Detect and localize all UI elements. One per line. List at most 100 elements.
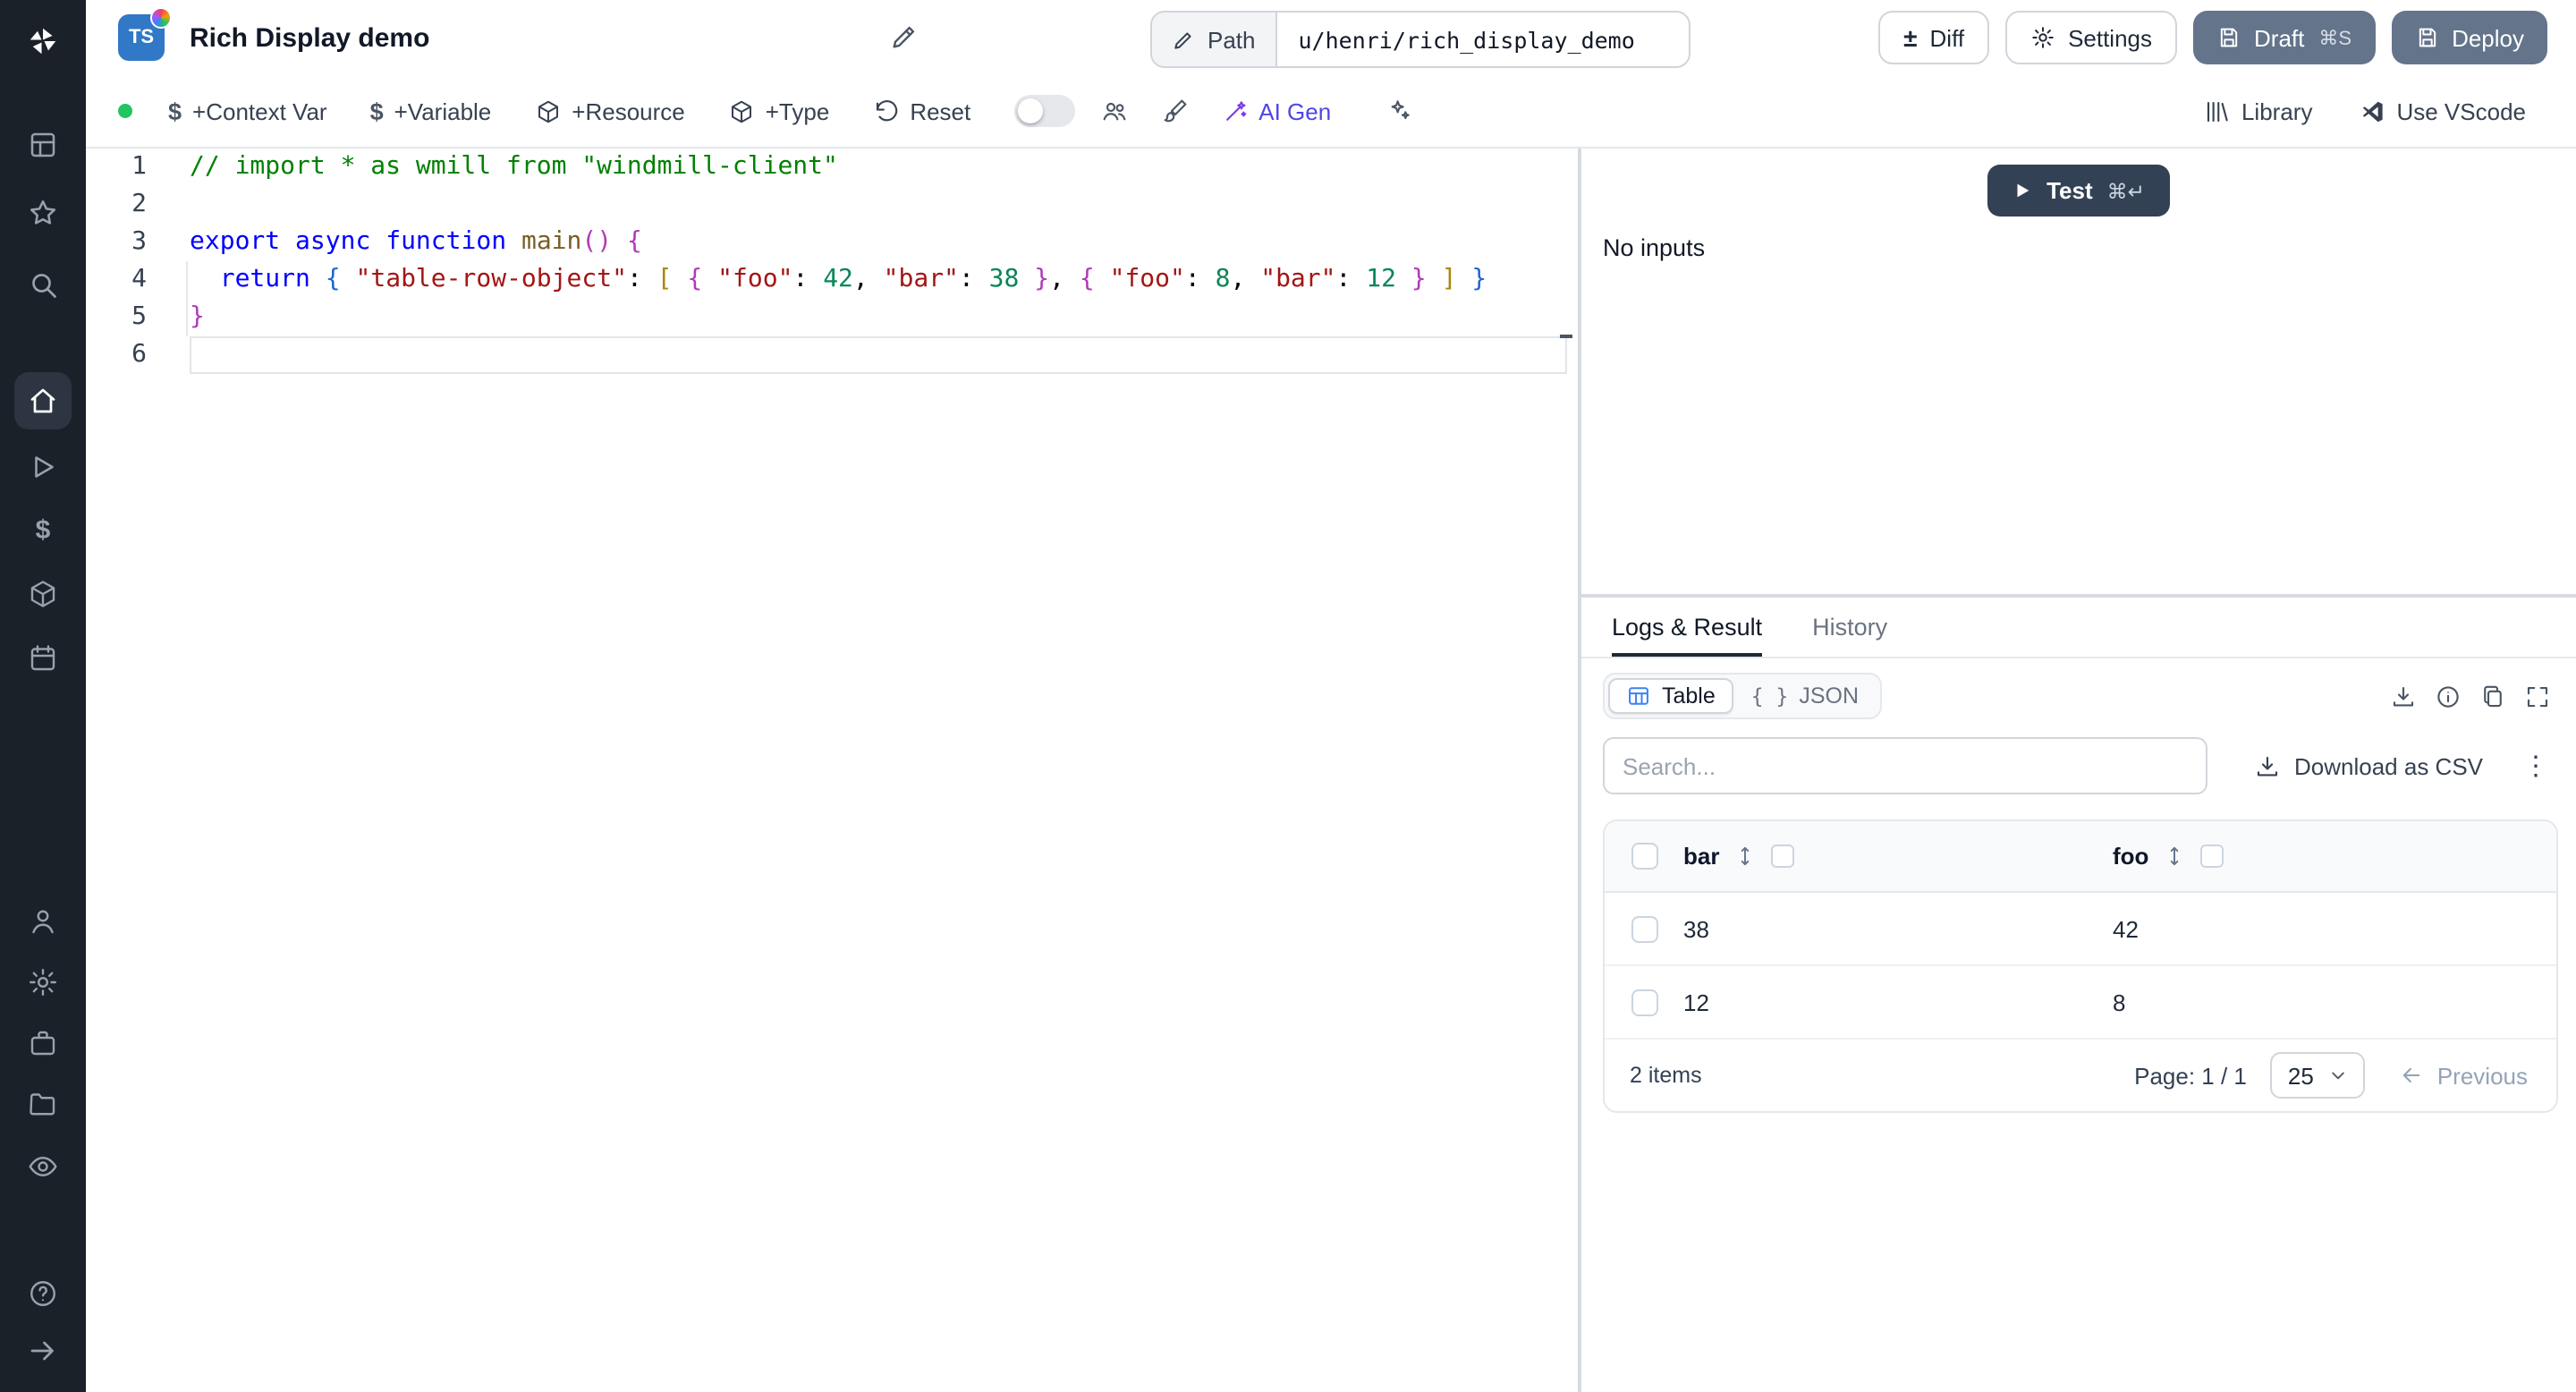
diff-mode-toggle[interactable] <box>1013 95 1075 127</box>
code-token: 38 <box>988 265 1020 293</box>
view-toggle-table[interactable]: Table <box>1608 678 1733 714</box>
draft-shortcut: ⌘S <box>2318 28 2352 49</box>
code-token: , <box>1049 265 1080 293</box>
foo-column-checkbox[interactable] <box>2200 845 2224 868</box>
sidebar-item-users[interactable] <box>25 904 61 939</box>
code-line[interactable]: return { "table-row-object": [ { "foo": … <box>190 261 1578 299</box>
expand-result-icon[interactable] <box>2524 683 2551 709</box>
path-value[interactable]: u/henri/rich_display_demo <box>1277 13 1689 66</box>
add-context-var-button[interactable]: $ +Context Var <box>168 98 327 124</box>
deploy-button[interactable]: Deploy <box>2391 11 2547 64</box>
row-checkbox[interactable] <box>1631 989 1657 1015</box>
sidebar-item-schedules[interactable] <box>25 641 61 676</box>
sidebar-item-variables[interactable]: $ <box>25 512 61 547</box>
previous-label: Previous <box>2436 1062 2528 1089</box>
star-icon[interactable] <box>25 195 61 231</box>
sidebar-item-folders[interactable] <box>25 1086 61 1122</box>
line-number[interactable]: 3 <box>86 224 147 261</box>
library-button[interactable]: Library <box>2204 98 2312 124</box>
copy-result-icon[interactable] <box>2479 683 2506 709</box>
test-button[interactable]: Test ⌘↵ <box>1987 165 2170 216</box>
sparkles-icon[interactable] <box>1385 97 1413 125</box>
gear-icon <box>2032 27 2054 48</box>
code-token: } <box>1471 265 1487 293</box>
edit-summary-pencil-icon[interactable] <box>889 21 919 57</box>
code-token: async <box>295 227 371 256</box>
download-result-icon[interactable] <box>2390 683 2417 709</box>
code-token: 8 <box>1215 265 1231 293</box>
view-toggle-json[interactable]: { } JSON <box>1733 678 1877 714</box>
code-token: "bar" <box>1260 265 1336 293</box>
sort-bar-icon[interactable] <box>1733 845 1757 868</box>
format-brush-icon[interactable] <box>1160 97 1189 125</box>
table-icon <box>1629 687 1648 705</box>
use-vscode-button[interactable]: Use VScode <box>2359 98 2526 124</box>
library-icon <box>2207 100 2228 122</box>
select-all-checkbox[interactable] <box>1631 843 1657 870</box>
add-variable-button[interactable]: $ +Variable <box>370 98 492 124</box>
editor-gutter: 123456 <box>86 149 190 374</box>
sidebar-item-runs[interactable] <box>25 449 61 485</box>
code-line[interactable] <box>190 336 1578 374</box>
reset-button[interactable]: Reset <box>872 98 970 124</box>
line-number[interactable]: 5 <box>86 299 147 336</box>
tab-logs-result[interactable]: Logs & Result <box>1612 598 1762 657</box>
line-number[interactable]: 4 <box>86 261 147 299</box>
no-inputs-label: No inputs <box>1603 234 1706 261</box>
add-resource-button[interactable]: +Resource <box>534 98 685 124</box>
settings-button[interactable]: Settings <box>2005 11 2178 64</box>
topbar: TS Rich Display demo Path u/henri/rich_d… <box>86 0 2576 75</box>
code-token: export <box>190 227 281 256</box>
windmill-logo-icon[interactable] <box>25 23 61 59</box>
grid-icon[interactable] <box>25 127 61 163</box>
code-token: main <box>521 227 582 256</box>
line-number[interactable]: 2 <box>86 186 147 224</box>
search-icon[interactable] <box>25 267 61 302</box>
row-checkbox[interactable] <box>1631 915 1657 942</box>
download-csv-button[interactable]: Download as CSV <box>2242 751 2494 781</box>
info-icon[interactable] <box>2435 683 2462 709</box>
line-number[interactable]: 1 <box>86 149 147 186</box>
draft-button[interactable]: Draft ⌘S <box>2193 11 2376 64</box>
help-button[interactable] <box>25 1276 61 1311</box>
expand-sidebar-button[interactable] <box>25 1333 61 1369</box>
sidebar-item-workers[interactable] <box>25 1025 61 1061</box>
add-context-var-label: +Context Var <box>192 98 327 124</box>
line-number[interactable]: 6 <box>86 336 147 374</box>
multiplayer-users-icon[interactable] <box>1099 97 1128 125</box>
sidebar-item-settings[interactable] <box>25 964 61 1000</box>
overview-ruler-cursor <box>1560 335 1572 338</box>
code-editor[interactable]: 123456 // import * as wmill from "windmi… <box>86 149 1578 1392</box>
bar-column-checkbox[interactable] <box>1771 845 1795 868</box>
ai-gen-button[interactable]: AI Gen <box>1221 98 1331 124</box>
dollar-icon: $ <box>369 98 384 124</box>
page-size-select[interactable]: 25 <box>2269 1052 2366 1099</box>
code-line[interactable]: export async function main() { <box>190 224 1578 261</box>
column-header-bar[interactable]: bar <box>1683 843 1719 870</box>
code-line[interactable]: } <box>190 299 1578 336</box>
tab-history[interactable]: History <box>1812 598 1887 657</box>
code-token: ) <box>597 227 613 256</box>
sidebar-item-audit-logs[interactable] <box>25 1149 61 1184</box>
code-token: function <box>386 227 507 256</box>
code-line[interactable]: // import * as wmill from "windmill-clie… <box>190 149 1578 186</box>
previous-page-button[interactable]: Previous <box>2389 1060 2538 1091</box>
sort-foo-icon[interactable] <box>2163 845 2186 868</box>
add-type-button[interactable]: +Type <box>728 98 829 124</box>
sidebar-item-home[interactable] <box>14 372 72 429</box>
code-lines[interactable]: // import * as wmill from "windmill-clie… <box>190 149 1578 374</box>
column-header-foo[interactable]: foo <box>2113 843 2148 870</box>
diff-button[interactable]: ± Diff <box>1878 11 1990 64</box>
search-input[interactable] <box>1603 737 2207 794</box>
code-token: } <box>1411 265 1427 293</box>
row-select-cell <box>1605 989 1683 1015</box>
path-edit-button[interactable]: Path <box>1152 13 1277 66</box>
sidebar-item-resources[interactable] <box>25 576 61 612</box>
code-line[interactable] <box>190 186 1578 224</box>
kebab-menu-icon[interactable]: ⋮ <box>2522 750 2549 782</box>
